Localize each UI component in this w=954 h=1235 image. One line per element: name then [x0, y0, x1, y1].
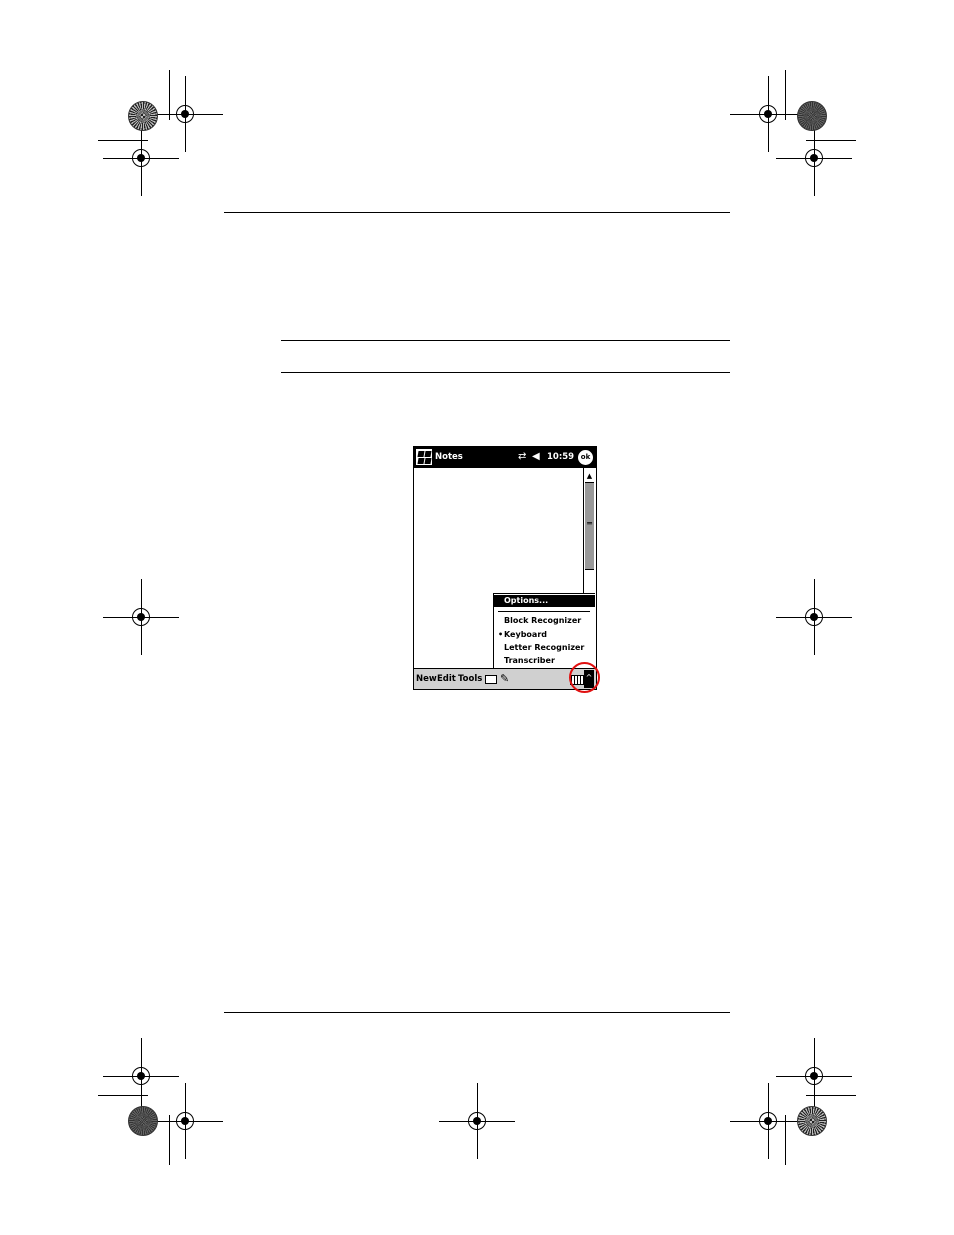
menu-item-options[interactable]: Options...	[494, 595, 595, 607]
speaker-muted-icon[interactable]: ◀	[532, 451, 540, 462]
selected-bullet: •	[498, 630, 504, 639]
color-target-starburst	[128, 101, 158, 131]
menu-item-block-recognizer[interactable]: Block Recognizer	[494, 615, 595, 627]
note-rule-top	[281, 340, 730, 341]
menu-separator	[498, 611, 590, 612]
scroll-up-arrow-icon[interactable]: ▲	[584, 470, 595, 482]
input-method-menu: Options... Block Recognizer • Keyboard L…	[493, 593, 595, 670]
menu-item-keyboard[interactable]: • Keyboard	[494, 629, 595, 641]
note-rule-bottom	[281, 372, 730, 373]
connectivity-icon[interactable]: ⇄	[518, 451, 526, 462]
color-target-starburst	[128, 1106, 158, 1136]
color-target-starburst	[797, 101, 827, 131]
crop-line	[169, 70, 170, 120]
scroll-thumb[interactable]: ═	[585, 482, 594, 570]
crop-line	[169, 1115, 170, 1165]
recorder-icon[interactable]	[485, 675, 497, 684]
crop-line	[785, 70, 786, 120]
menu-new[interactable]: New	[416, 674, 437, 684]
menu-edit[interactable]: Edit	[437, 674, 456, 684]
ok-button[interactable]: ok	[578, 450, 593, 465]
windows-flag-icon[interactable]	[416, 449, 432, 465]
menu-item-label: Keyboard	[504, 630, 547, 639]
clock[interactable]: 10:59	[547, 452, 574, 462]
footer-rule	[224, 1012, 730, 1013]
header-rule	[224, 212, 730, 213]
menu-item-letter-recognizer[interactable]: Letter Recognizer	[494, 642, 595, 654]
menu-tools[interactable]: Tools	[458, 674, 482, 684]
vertical-scrollbar[interactable]: ▲ ═	[583, 468, 595, 596]
highlight-circle	[569, 662, 600, 693]
color-target-starburst	[797, 1106, 827, 1136]
device-screen: Notes ⇄ ◀ 10:59 ok ▲ ═ Options... Block …	[413, 446, 597, 690]
app-title: Notes	[435, 452, 463, 462]
scroll-grip-icon: ═	[587, 519, 592, 528]
title-bar: Notes ⇄ ◀ 10:59 ok	[414, 447, 596, 468]
pen-icon[interactable]: ✎	[500, 672, 509, 685]
crop-line	[785, 1115, 786, 1165]
